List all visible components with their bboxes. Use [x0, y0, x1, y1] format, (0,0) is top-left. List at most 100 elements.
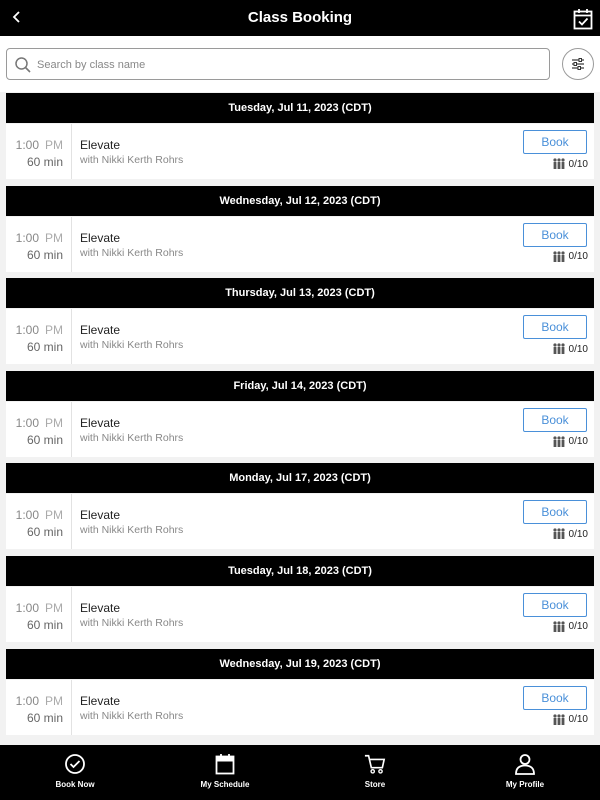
day-date: Wednesday, Jul 12, 2023 (CDT)	[219, 194, 381, 207]
book-button[interactable]: Book	[523, 315, 587, 340]
capacity-count: 0/10	[568, 621, 588, 633]
day-header: Tuesday, Jul 11, 2023 (CDT)	[6, 93, 594, 123]
tab-label: Store	[364, 780, 386, 789]
class-time: 1:00 PM	[6, 323, 63, 337]
class-instructor: with Nikki Kerth Rohrs	[80, 709, 184, 722]
day-section: Monday, Jul 17, 2023 (CDT) 1:00 PM 60 min…	[6, 463, 594, 556]
tab-label: My Profile	[505, 780, 545, 789]
book-button[interactable]: Book	[523, 130, 587, 154]
class-row[interactable]: 1:00 PM 60 min Elevate with Nikki Kerth R…	[6, 309, 594, 365]
class-start-time: 1:00	[15, 323, 39, 338]
filter-button[interactable]	[562, 48, 594, 80]
class-ampm: PM	[45, 693, 63, 708]
class-info: Elevate with Nikki Kerth Rohrs	[80, 138, 183, 166]
day-date: Thursday, Jul 13, 2023 (CDT)	[225, 287, 375, 300]
class-capacity: 0/10	[552, 528, 588, 540]
class-row[interactable]: 1:00 PM 60 min Elevate with Nikki Kerth R…	[6, 494, 594, 550]
class-name: Elevate	[80, 323, 121, 338]
time-column: 1:00 PM 60 min	[6, 216, 72, 272]
day-header: Wednesday, Jul 19, 2023 (CDT)	[6, 648, 594, 679]
class-info: Elevate with Nikki Kerth Rohrs	[80, 231, 183, 259]
tab-my-profile[interactable]: My Profile	[490, 745, 560, 800]
day-header: Wednesday, Jul 12, 2023 (CDT)	[6, 185, 594, 216]
book-button[interactable]: Book	[523, 407, 587, 432]
class-capacity: 0/10	[552, 713, 588, 726]
class-start-time: 1:00	[15, 230, 39, 245]
day-date: Wednesday, Jul 19, 2023 (CDT)	[219, 657, 381, 670]
class-instructor: with Nikki Kerth Rohrs	[80, 246, 184, 259]
class-ampm: PM	[45, 230, 63, 245]
class-time: 1:00 PM	[6, 694, 63, 708]
tab-store[interactable]: Store	[340, 745, 410, 800]
class-name: Elevate	[80, 600, 121, 615]
day-section: Thursday, Jul 13, 2023 (CDT) 1:00 PM 60 m…	[6, 278, 594, 371]
capacity-count: 0/10	[568, 158, 588, 170]
time-column: 1:00 PM 60 min	[6, 309, 72, 365]
class-duration: 60 min	[26, 617, 63, 632]
class-instructor: with Nikki Kerth Rohrs	[80, 154, 184, 166]
class-row[interactable]: 1:00 PM 60 min Elevate with Nikki Kerth R…	[6, 401, 594, 457]
class-duration: 60 min	[26, 525, 63, 540]
class-ampm: PM	[45, 508, 63, 523]
class-duration: 60 min	[26, 340, 63, 355]
class-info: Elevate with Nikki Kerth Rohrs	[80, 508, 183, 536]
class-time: 1:00 PM	[6, 601, 63, 615]
search-row	[0, 36, 600, 92]
class-name: Elevate	[80, 693, 121, 708]
cart-icon	[364, 753, 386, 775]
class-instructor: with Nikki Kerth Rohrs	[80, 616, 184, 629]
people-icon	[552, 713, 565, 725]
calendar-check-icon[interactable]	[573, 8, 593, 30]
person-icon	[514, 753, 536, 775]
book-button[interactable]: Book	[523, 222, 587, 247]
day-section: Wednesday, Jul 19, 2023 (CDT) 1:00 PM 60 …	[6, 648, 594, 742]
search-field	[6, 48, 550, 80]
day-date: Tuesday, Jul 18, 2023 (CDT)	[228, 564, 372, 577]
page-title: Class Booking	[247, 9, 353, 26]
book-button[interactable]: Book	[523, 500, 587, 525]
class-time: 1:00 PM	[6, 138, 63, 152]
class-duration: 60 min	[26, 155, 63, 169]
book-button[interactable]: Book	[523, 685, 587, 710]
book-button[interactable]: Book	[523, 592, 587, 617]
class-time: 1:00 PM	[6, 231, 63, 245]
class-info: Elevate with Nikki Kerth Rohrs	[80, 601, 183, 629]
class-capacity: 0/10	[552, 250, 588, 263]
class-capacity: 0/10	[552, 436, 588, 448]
class-start-time: 1:00	[15, 600, 39, 615]
day-date: Tuesday, Jul 11, 2023 (CDT)	[228, 102, 372, 114]
class-start-time: 1:00	[15, 693, 39, 708]
tab-book-now[interactable]: Book Now	[40, 745, 110, 800]
class-time: 1:00 PM	[6, 508, 63, 522]
people-icon	[552, 343, 565, 355]
class-row[interactable]: 1:00 PM 60 min Elevate with Nikki Kerth R…	[6, 216, 594, 272]
class-ampm: PM	[45, 600, 63, 615]
class-row[interactable]: 1:00 PM 60 min Elevate with Nikki Kerth R…	[6, 124, 594, 179]
class-row[interactable]: 1:00 PM 60 min Elevate with Nikki Kerth R…	[6, 679, 594, 735]
tab-my-schedule[interactable]: My Schedule	[190, 745, 260, 800]
day-section: Tuesday, Jul 18, 2023 (CDT) 1:00 PM 60 mi…	[6, 555, 594, 649]
class-instructor: with Nikki Kerth Rohrs	[80, 339, 184, 352]
class-list: Tuesday, Jul 11, 2023 (CDT) 1:00 PM 60 mi…	[6, 93, 594, 741]
tab-label: Book Now	[55, 780, 95, 789]
people-icon	[552, 250, 565, 262]
day-section: Friday, Jul 14, 2023 (CDT) 1:00 PM 60 min…	[6, 370, 594, 464]
capacity-count: 0/10	[568, 714, 588, 726]
class-time: 1:00 PM	[6, 416, 63, 430]
search-input[interactable]	[37, 55, 537, 75]
class-start-time: 1:00	[15, 508, 39, 523]
class-name: Elevate	[80, 230, 121, 245]
time-column: 1:00 PM 60 min	[6, 494, 72, 550]
time-column: 1:00 PM 60 min	[6, 679, 72, 735]
class-instructor: with Nikki Kerth Rohrs	[80, 524, 184, 537]
class-info: Elevate with Nikki Kerth Rohrs	[80, 323, 183, 351]
day-section: Tuesday, Jul 11, 2023 (CDT) 1:00 PM 60 mi…	[6, 93, 594, 186]
class-ampm: PM	[45, 323, 63, 338]
check-circle-icon	[64, 753, 86, 775]
day-date: Monday, Jul 17, 2023 (CDT)	[229, 472, 371, 485]
class-ampm: PM	[45, 138, 63, 152]
class-capacity: 0/10	[552, 343, 588, 355]
people-icon	[552, 621, 565, 632]
calendar-icon	[214, 753, 236, 775]
class-row[interactable]: 1:00 PM 60 min Elevate with Nikki Kerth R…	[6, 586, 594, 642]
